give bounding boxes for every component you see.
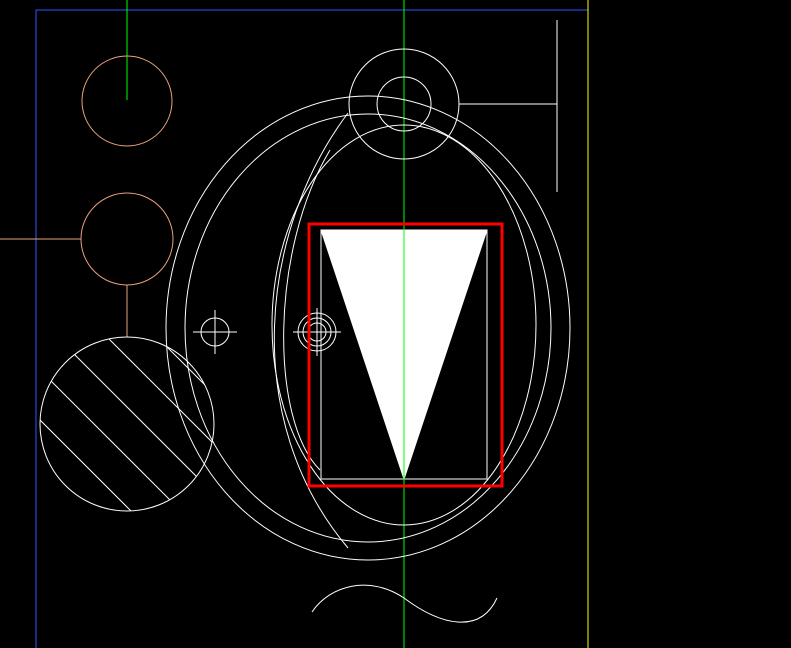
hatched-circle[interactable] (0, 240, 330, 580)
inverted-triangle-block[interactable] (320, 224, 488, 486)
cad-drawing-viewport[interactable] (0, 0, 791, 648)
inner-left-arc[interactable] (283, 149, 331, 471)
cad-canvas[interactable] (0, 0, 791, 648)
hatch-pattern (40, 337, 214, 511)
top-circle-group (348, 20, 558, 192)
crosshair-marker-icon[interactable] (193, 310, 237, 354)
crosshair-marker-icon[interactable] (293, 308, 341, 356)
middle-left-circle[interactable] (80, 192, 174, 286)
left-arc-curve[interactable] (273, 112, 349, 549)
left-circle-group (0, 55, 174, 337)
